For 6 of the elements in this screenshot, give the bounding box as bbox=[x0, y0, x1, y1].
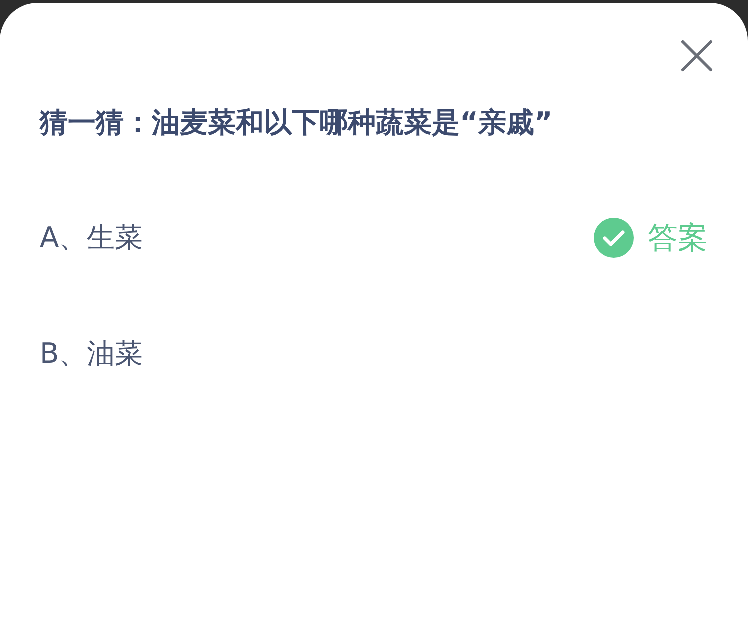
question-title: 猜一猜：油麦菜和以下哪种蔬菜是“亲戚” bbox=[40, 105, 554, 141]
answer-label: 答案 bbox=[648, 220, 708, 258]
option-text[interactable]: A、生菜 bbox=[40, 219, 144, 257]
option-text[interactable]: B、油菜 bbox=[40, 335, 144, 373]
close-icon[interactable] bbox=[680, 39, 714, 73]
check-icon bbox=[594, 218, 634, 258]
